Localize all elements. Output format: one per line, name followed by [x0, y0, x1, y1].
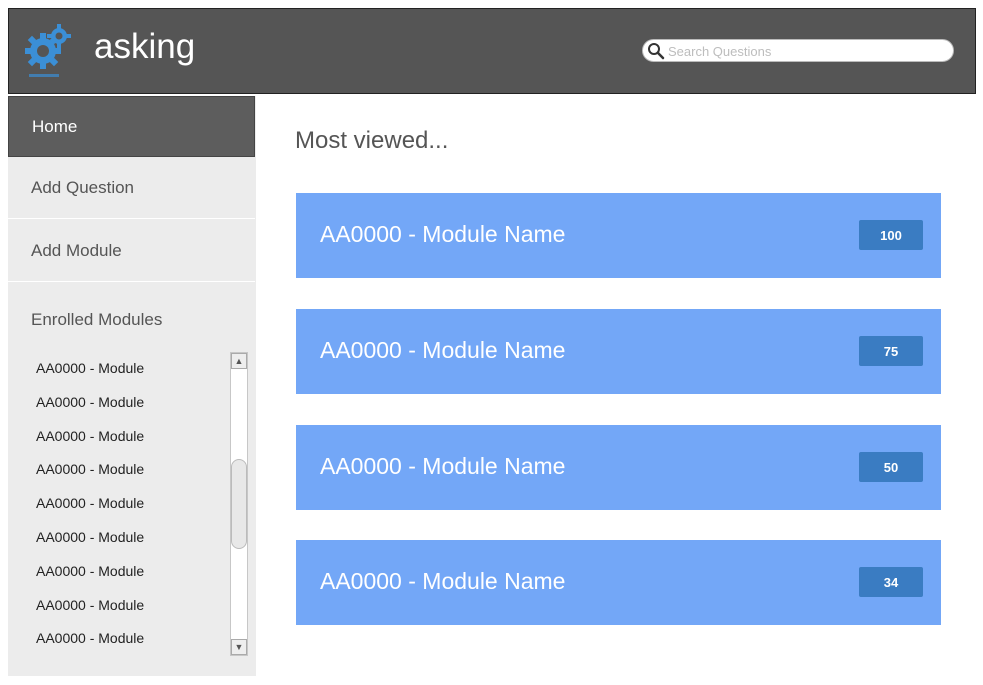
app-page: asking Home Add Question Add Module Enro…	[0, 0, 983, 685]
page-title: Most viewed...	[295, 127, 449, 154]
list-item[interactable]: AA0000 - Module	[36, 352, 226, 386]
list-item[interactable]: AA0000 - Module	[36, 555, 226, 589]
list-item[interactable]: AA0000 - Module	[36, 453, 226, 487]
module-card[interactable]: AA0000 - Module Name 75	[296, 309, 941, 394]
scroll-down-button[interactable]: ▼	[231, 639, 247, 655]
gears-icon[interactable]	[21, 19, 73, 83]
search-input[interactable]	[668, 42, 948, 60]
sidebar-item-add-module[interactable]: Add Module	[8, 221, 255, 282]
module-card[interactable]: AA0000 - Module Name 34	[296, 540, 941, 625]
sidebar-item-label: Add Question	[31, 178, 135, 197]
scroll-thumb[interactable]	[231, 459, 247, 549]
header-bar: asking	[8, 8, 976, 94]
app-title: asking	[94, 27, 196, 66]
view-count-badge: 34	[859, 567, 923, 597]
list-item[interactable]: AA0000 - Module	[36, 386, 226, 420]
enrolled-modules-heading: Enrolled Modules	[31, 310, 163, 329]
view-count-badge: 75	[859, 336, 923, 366]
list-item[interactable]: AA0000 - Module	[36, 521, 226, 555]
module-name: AA0000 - Module Name	[320, 568, 566, 594]
view-count-badge: 50	[859, 452, 923, 482]
list-item[interactable]: AA0000 - Module	[36, 487, 226, 521]
enrolled-modules-list: AA0000 - Module AA0000 - Module AA0000 -…	[36, 352, 226, 662]
module-card[interactable]: AA0000 - Module Name 100	[296, 193, 941, 278]
search-icon	[648, 43, 665, 60]
search-box[interactable]	[642, 39, 954, 62]
module-name: AA0000 - Module Name	[320, 221, 566, 247]
module-card[interactable]: AA0000 - Module Name 50	[296, 425, 941, 510]
list-item[interactable]: AA0000 - Module	[36, 622, 226, 656]
view-count-badge: 100	[859, 220, 923, 250]
enrolled-scrollbar[interactable]: ▲ ▼	[230, 352, 248, 656]
list-item[interactable]: AA0000 - Module	[36, 420, 226, 454]
triangle-up-icon: ▲	[234, 356, 244, 366]
sidebar-item-add-question[interactable]: Add Question	[8, 158, 255, 219]
sidebar-item-label: Add Module	[31, 241, 122, 260]
triangle-down-icon: ▼	[234, 642, 244, 652]
scroll-up-button[interactable]: ▲	[231, 353, 247, 369]
sidebar: Home Add Question Add Module Enrolled Mo…	[8, 96, 256, 676]
module-name: AA0000 - Module Name	[320, 453, 566, 479]
sidebar-item-label: Home	[32, 116, 78, 136]
module-name: AA0000 - Module Name	[320, 337, 566, 363]
list-item[interactable]: AA0000 - Module	[36, 589, 226, 623]
sidebar-item-home[interactable]: Home	[8, 96, 255, 157]
